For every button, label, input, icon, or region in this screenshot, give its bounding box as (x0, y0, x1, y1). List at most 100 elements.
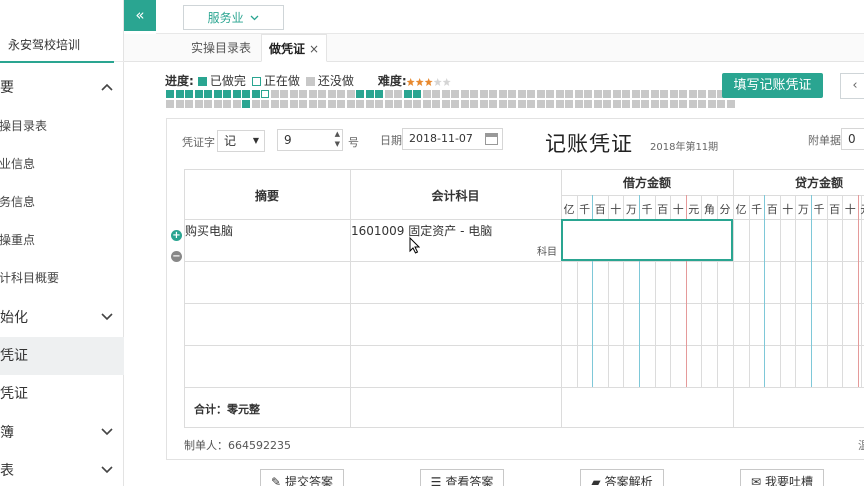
progress-cell[interactable] (498, 100, 507, 108)
progress-cell[interactable] (166, 90, 174, 98)
view-answer-button[interactable]: ☰ 查看答案 (420, 469, 504, 486)
progress-cell[interactable] (622, 100, 630, 108)
progress-cell[interactable] (432, 90, 440, 98)
progress-cell[interactable] (327, 90, 336, 98)
progress-cell[interactable] (679, 100, 687, 108)
date-input[interactable]: 2018-11-07 (402, 128, 503, 150)
progress-cell[interactable] (308, 100, 317, 108)
progress-cell[interactable] (641, 90, 649, 98)
progress-cell[interactable] (470, 90, 478, 98)
sidebar-item-company-info[interactable]: 业信息 (0, 145, 124, 183)
progress-cell[interactable] (242, 100, 250, 108)
progress-cell[interactable] (185, 90, 193, 98)
submit-answer-button[interactable]: ✎ 提交答案 (260, 469, 344, 486)
progress-cell[interactable] (441, 100, 450, 108)
progress-cell[interactable] (460, 90, 469, 98)
progress-cell[interactable] (270, 100, 279, 108)
progress-cell[interactable] (584, 90, 592, 98)
progress-cell[interactable] (612, 100, 621, 108)
voucher-number-input[interactable]: 9 ▲ ▼ (277, 129, 343, 151)
progress-cell[interactable] (660, 90, 668, 98)
progress-cell[interactable] (669, 90, 678, 98)
industry-select[interactable]: 服务业 (183, 5, 284, 30)
tab-close-icon[interactable]: × (309, 42, 319, 56)
progress-cell[interactable] (622, 90, 630, 98)
progress-cell[interactable] (517, 100, 526, 108)
progress-cell[interactable] (270, 90, 279, 98)
progress-cell[interactable] (508, 90, 516, 98)
progress-cell[interactable] (365, 100, 374, 108)
progress-cell[interactable] (527, 90, 535, 98)
progress-cell[interactable] (223, 100, 231, 108)
progress-cell[interactable] (470, 100, 478, 108)
progress-cell[interactable] (204, 100, 212, 108)
progress-cell[interactable] (460, 100, 469, 108)
sidebar-item-overview[interactable]: 要 (0, 69, 124, 107)
progress-cell[interactable] (213, 100, 222, 108)
progress-cell[interactable] (508, 100, 516, 108)
progress-cell[interactable] (289, 100, 298, 108)
progress-cell[interactable] (232, 100, 241, 108)
progress-cell[interactable] (489, 100, 497, 108)
attachment-input[interactable]: 0 (841, 128, 864, 150)
add-row-icon[interactable]: + (171, 230, 182, 241)
calendar-icon[interactable] (485, 133, 498, 145)
progress-cell[interactable] (498, 90, 507, 98)
progress-cell[interactable] (650, 100, 659, 108)
progress-cell[interactable] (489, 90, 497, 98)
progress-cell[interactable] (641, 100, 649, 108)
progress-cell[interactable] (527, 100, 535, 108)
back-button[interactable]: ‹ (840, 73, 864, 99)
progress-cell[interactable] (631, 90, 640, 98)
progress-cell[interactable] (574, 100, 583, 108)
progress-cell[interactable] (707, 100, 716, 108)
progress-cell[interactable] (698, 100, 706, 108)
progress-cell[interactable] (422, 90, 431, 98)
progress-cell[interactable] (394, 90, 402, 98)
progress-cell[interactable] (479, 90, 488, 98)
progress-cell[interactable] (717, 100, 725, 108)
progress-cell[interactable] (394, 100, 402, 108)
progress-cell[interactable] (289, 90, 298, 98)
sidebar-item-initialization[interactable]: 始化 (0, 299, 124, 337)
progress-cell[interactable] (413, 100, 421, 108)
progress-cell[interactable] (479, 100, 488, 108)
row-1-account[interactable]: 1601009 固定资产 - 电脑 (351, 222, 492, 239)
progress-cell[interactable] (612, 90, 621, 98)
progress-cell[interactable] (337, 90, 345, 98)
progress-cell[interactable] (346, 100, 355, 108)
progress-cell[interactable] (356, 100, 364, 108)
progress-cell[interactable] (593, 100, 602, 108)
voucher-word-select[interactable]: 记 ▼ (217, 130, 265, 152)
progress-cell[interactable] (451, 90, 459, 98)
progress-cell[interactable] (318, 90, 326, 98)
progress-cell[interactable] (318, 100, 326, 108)
progress-cell[interactable] (441, 90, 450, 98)
progress-cell[interactable] (232, 90, 241, 98)
answer-analysis-button[interactable]: ▰ 答案解析 (580, 469, 664, 486)
sidebar-item-practice-focus[interactable]: 操重点 (0, 221, 124, 259)
progress-cell[interactable] (242, 90, 250, 98)
progress-cell[interactable] (261, 100, 269, 108)
progress-cell[interactable] (603, 100, 611, 108)
progress-cell[interactable] (546, 100, 554, 108)
progress-cell[interactable] (337, 100, 345, 108)
progress-cell[interactable] (688, 100, 697, 108)
sidebar-collapse-button[interactable]: « (124, 0, 156, 31)
fill-voucher-button[interactable]: 填写记账凭证 (722, 73, 823, 98)
sidebar-item-voucher-list[interactable]: 凭证 (0, 375, 124, 413)
sidebar-item-make-voucher[interactable]: 凭证 (0, 337, 124, 375)
progress-cell[interactable] (346, 90, 355, 98)
progress-cell[interactable] (194, 90, 203, 98)
progress-cell[interactable] (175, 90, 184, 98)
progress-cell[interactable] (365, 90, 374, 98)
progress-cell[interactable] (299, 90, 307, 98)
progress-cell[interactable] (650, 90, 659, 98)
progress-cell[interactable] (707, 90, 716, 98)
progress-cell[interactable] (679, 90, 687, 98)
progress-cell[interactable] (555, 90, 564, 98)
progress-cell[interactable] (280, 90, 288, 98)
progress-cell[interactable] (299, 100, 307, 108)
progress-cell[interactable] (536, 100, 545, 108)
tab-practice-catalog[interactable]: 实操目录表 (182, 34, 260, 62)
